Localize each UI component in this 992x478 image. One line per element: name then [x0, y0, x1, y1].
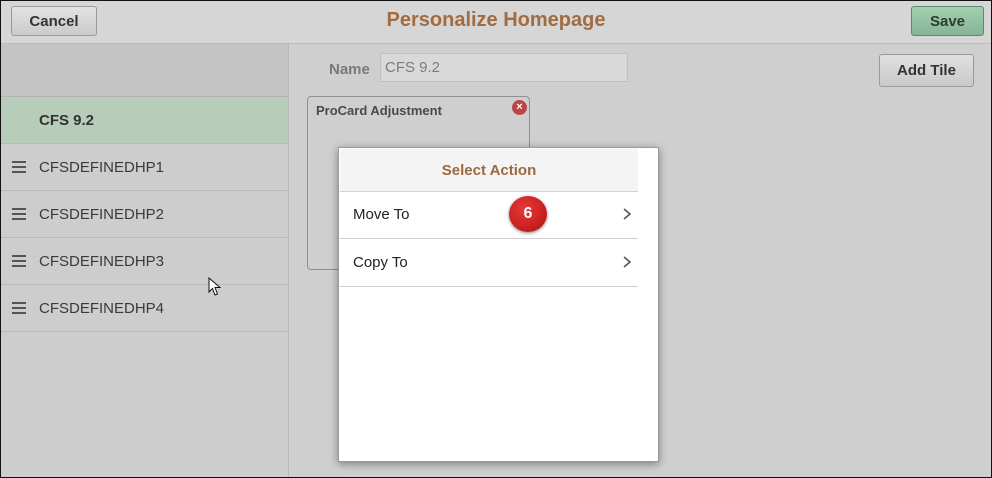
save-button[interactable]: Save — [911, 6, 984, 36]
dialog-title: Select Action — [340, 149, 638, 192]
sidebar-item-label: CFSDEFINEDHP2 — [39, 205, 165, 223]
copy-to-action[interactable]: Copy To — [340, 239, 638, 287]
sidebar-item-label: CFSDEFINEDHP1 — [39, 158, 165, 176]
drag-handle-icon[interactable] — [12, 302, 26, 314]
homepage-list-sidebar: CFS 9.2 CFSDEFINEDHP1 CFSDEFINEDHP2 CFSD… — [1, 44, 289, 477]
sidebar-item-cfsdefinedhp4[interactable]: CFSDEFINEDHP4 — [1, 285, 288, 332]
sidebar-header — [1, 44, 288, 97]
step-badge: 6 — [509, 196, 547, 232]
sidebar-item-cfsdefinedhp1[interactable]: CFSDEFINEDHP1 — [1, 144, 288, 191]
sidebar-item-cfsdefinedhp2[interactable]: CFSDEFINEDHP2 — [1, 191, 288, 238]
drag-handle-icon[interactable] — [12, 161, 26, 173]
copy-to-label: Copy To — [353, 254, 408, 271]
add-tile-button[interactable]: Add Tile — [879, 54, 974, 87]
tile-title: ProCard Adjustment — [316, 103, 442, 118]
name-field[interactable] — [380, 53, 628, 82]
close-icon[interactable]: × — [512, 100, 527, 115]
sidebar-item-cfsdefinedhp3[interactable]: CFSDEFINEDHP3 — [1, 238, 288, 285]
chevron-right-icon — [623, 208, 632, 220]
select-action-dialog: Select Action Move To 6 Copy To — [338, 147, 659, 462]
mouse-cursor-icon — [208, 277, 222, 296]
sidebar-item-cfs-9-2[interactable]: CFS 9.2 — [1, 97, 288, 144]
chevron-right-icon — [623, 256, 632, 268]
drag-handle-icon[interactable] — [12, 208, 26, 220]
sidebar-item-label: CFSDEFINEDHP3 — [39, 252, 165, 270]
name-label: Name — [329, 61, 370, 78]
personalize-homepage-window: Cancel Personalize Homepage Save CFS 9.2… — [0, 0, 992, 478]
header-bar: Cancel Personalize Homepage Save — [1, 1, 991, 44]
sidebar-item-label: CFS 9.2 — [39, 111, 95, 129]
page-title: Personalize Homepage — [386, 9, 606, 31]
move-to-label: Move To — [353, 206, 410, 223]
move-to-action[interactable]: Move To 6 — [340, 191, 638, 239]
drag-handle-icon[interactable] — [12, 255, 26, 267]
sidebar-item-label: CFSDEFINEDHP4 — [39, 299, 165, 317]
